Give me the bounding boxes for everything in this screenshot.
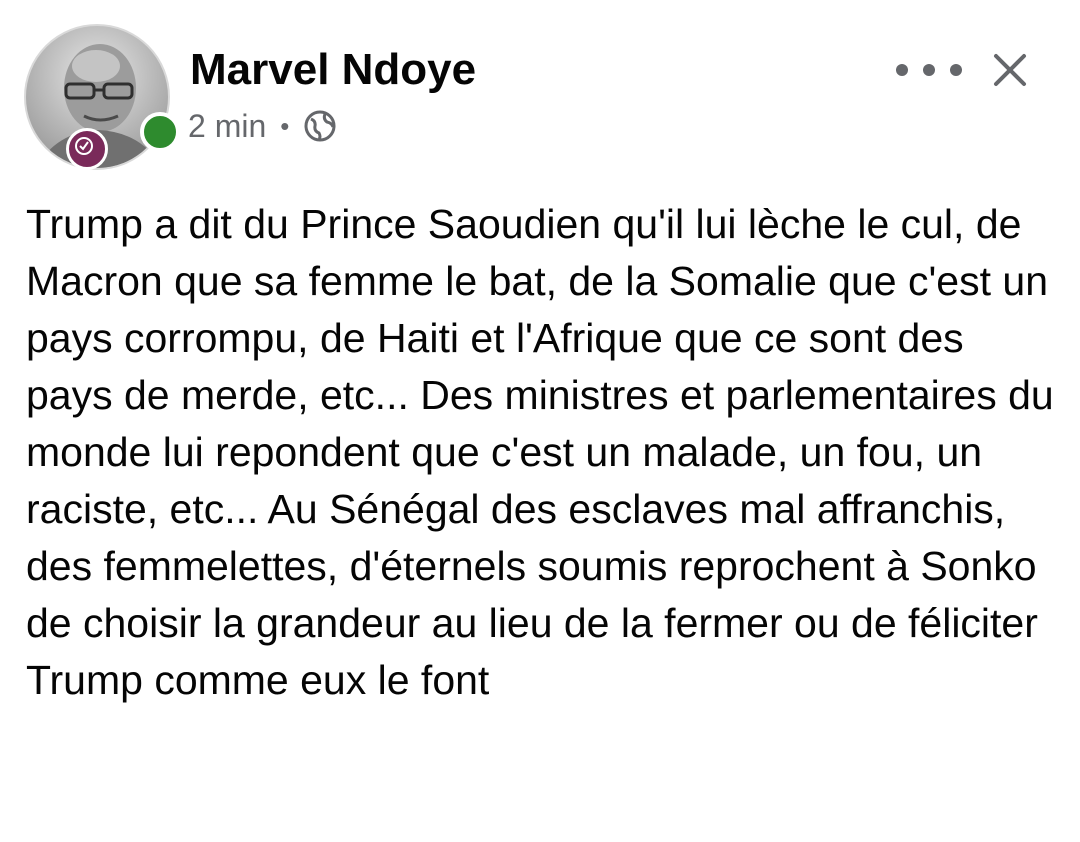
close-icon	[994, 54, 1026, 86]
globe-icon[interactable]	[303, 109, 337, 143]
author-avatar[interactable]	[24, 24, 180, 170]
more-horizontal-icon-dot	[923, 64, 935, 76]
more-horizontal-icon-dot	[896, 64, 908, 76]
post-meta: 2 min •	[188, 106, 337, 146]
close-button[interactable]	[990, 50, 1030, 90]
more-options-button[interactable]	[896, 52, 962, 88]
post-timestamp[interactable]: 2 min	[188, 108, 266, 145]
post-body-text: Trump a dit du Prince Saoudien qu'il lui…	[26, 201, 1054, 703]
author-name[interactable]: Marvel Ndoye	[190, 44, 476, 96]
meta-separator: •	[280, 110, 290, 141]
profile-frame-badge-icon	[66, 128, 108, 170]
online-status-indicator	[140, 112, 180, 152]
post-card: Marvel Ndoye 2 min • Trump a dit du Prin…	[0, 0, 1080, 842]
more-horizontal-icon-dot	[950, 64, 962, 76]
